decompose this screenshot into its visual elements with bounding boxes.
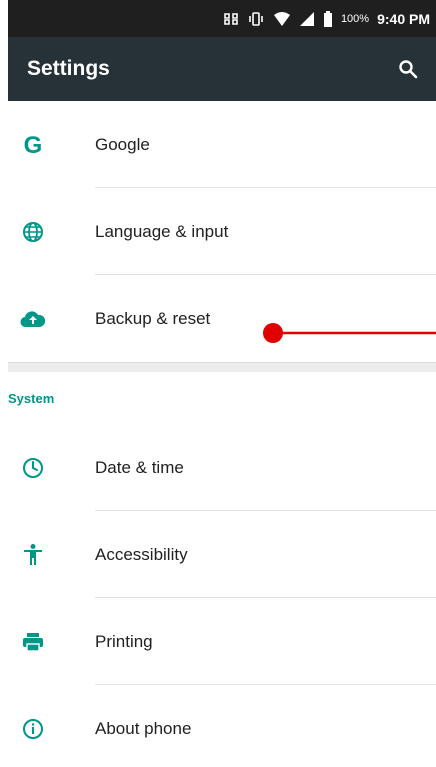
- info-icon: [19, 715, 47, 743]
- settings-item-google[interactable]: G Google: [8, 101, 436, 188]
- settings-item-about-phone[interactable]: About phone: [8, 685, 436, 767]
- clock-icon: [19, 454, 47, 482]
- search-icon: [399, 60, 418, 79]
- settings-item-label: Language & input: [95, 221, 229, 241]
- clock-time: 9:40 PM: [377, 10, 430, 27]
- settings-item-label: Printing: [95, 631, 153, 651]
- cloud-upload-icon: [19, 305, 47, 333]
- section-divider: [8, 362, 436, 372]
- settings-item-language-input[interactable]: Language & input: [8, 188, 436, 275]
- category-title: System: [8, 390, 55, 406]
- signal-icon: [299, 9, 315, 29]
- settings-item-label: Date & time: [95, 457, 184, 477]
- settings-item-label: Backup & reset: [95, 308, 211, 328]
- wifi-icon: [273, 9, 291, 29]
- search-button[interactable]: [394, 55, 422, 83]
- accessibility-icon: [19, 541, 47, 569]
- status-bar: 100% 9:40 PM: [8, 0, 436, 37]
- settings-item-label: Accessibility: [95, 544, 188, 564]
- settings-item-label: Google: [95, 134, 150, 154]
- settings-item-accessibility[interactable]: Accessibility: [8, 511, 436, 598]
- settings-item-backup-reset[interactable]: Backup & reset: [8, 275, 436, 362]
- battery-percent: 100%: [340, 12, 370, 25]
- page-title: Settings: [27, 57, 110, 80]
- svg-text:G: G: [24, 132, 43, 158]
- settings-item-label: About phone: [95, 718, 192, 738]
- battery-icon: [323, 9, 333, 29]
- globe-icon: [19, 218, 47, 246]
- app-toolbar: Settings: [8, 37, 436, 101]
- nfc-icon: [223, 9, 239, 29]
- vibrate-icon: [247, 9, 265, 29]
- settings-item-printing[interactable]: Printing: [8, 598, 436, 685]
- category-header-system: System: [8, 372, 436, 424]
- settings-item-date-time[interactable]: Date & time: [8, 424, 436, 511]
- printer-icon: [19, 628, 47, 656]
- google-icon: G: [19, 131, 47, 159]
- settings-list: G Google Language & input Backup & reset…: [8, 101, 436, 767]
